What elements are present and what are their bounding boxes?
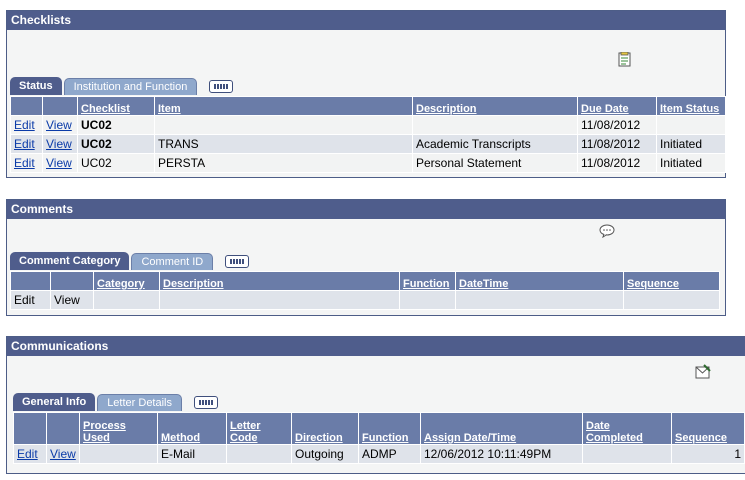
edit-link[interactable]: Edit <box>10 290 51 310</box>
checklists-tabs: Status Institution and Function <box>10 77 234 95</box>
item-status-cell: Initiated <box>656 153 726 173</box>
show-all-columns-icon[interactable] <box>209 80 234 93</box>
description-cell: Academic Transcripts <box>412 134 578 154</box>
edit-link[interactable]: Edit <box>14 156 35 170</box>
col-method[interactable]: Method <box>157 412 227 445</box>
col-direction[interactable]: Direction <box>291 412 359 445</box>
edit-link[interactable]: Edit <box>14 118 35 132</box>
tab-general-info[interactable]: General Info <box>13 393 96 411</box>
item-status-cell <box>656 115 726 135</box>
tab-comment-id[interactable]: Comment ID <box>131 253 214 270</box>
table-row: Edit View <box>10 290 720 310</box>
comment-icon[interactable] <box>599 224 615 241</box>
col-description[interactable]: Description <box>159 271 400 291</box>
col-sequence[interactable]: Sequence <box>623 271 720 291</box>
col-category[interactable]: Category <box>93 271 160 291</box>
description-cell <box>412 115 578 135</box>
col-item[interactable]: Item <box>154 96 413 116</box>
show-all-columns-icon[interactable] <box>225 255 250 268</box>
due-date-cell: 11/08/2012 <box>577 115 657 135</box>
col-function[interactable]: Function <box>399 271 456 291</box>
communications-panel: Communications General Info Letter Detai… <box>6 336 745 474</box>
comments-tabs: Comment Category Comment ID <box>10 252 250 270</box>
checklist-cell: UC02 <box>77 134 155 154</box>
table-row: Edit View UC02 PERSTA Personal Statement… <box>10 153 726 173</box>
letter-code-cell <box>226 444 292 464</box>
col-description[interactable]: Description <box>412 96 578 116</box>
report-icon[interactable] <box>618 51 632 70</box>
direction-cell: Outgoing <box>291 444 359 464</box>
communications-title: Communications <box>7 337 745 356</box>
table-row: Edit View UC02 11/08/2012 <box>10 115 726 135</box>
communications-grid: Process Used Method Letter Code Directio… <box>13 412 745 464</box>
view-link[interactable]: View <box>46 156 72 170</box>
description-cell: Personal Statement <box>412 153 578 173</box>
function-cell: ADMP <box>358 444 421 464</box>
checklist-cell: UC02 <box>77 153 155 173</box>
comments-grid: Category Description Function DateTime S… <box>10 271 720 310</box>
communications-tabs: General Info Letter Details <box>13 393 218 411</box>
tab-letter-details[interactable]: Letter Details <box>97 394 182 411</box>
view-link[interactable]: View <box>46 118 72 132</box>
method-cell: E-Mail <box>157 444 227 464</box>
checklists-title: Checklists <box>7 11 725 30</box>
col-due-date[interactable]: Due Date <box>577 96 657 116</box>
col-date-completed[interactable]: Date Completed <box>582 412 672 445</box>
due-date-cell: 11/08/2012 <box>577 153 657 173</box>
col-process-used[interactable]: Process Used <box>79 412 158 445</box>
tab-comment-category[interactable]: Comment Category <box>10 252 130 270</box>
col-sequence[interactable]: Sequence <box>671 412 745 445</box>
table-row: Edit View E-Mail Outgoing ADMP 12/06/201… <box>13 444 745 464</box>
tab-institution-and-function[interactable]: Institution and Function <box>63 78 198 95</box>
col-letter-code[interactable]: Letter Code <box>226 412 292 445</box>
edit-link[interactable]: Edit <box>17 447 38 461</box>
comments-panel: Comments Comment Category Comment ID Cat… <box>6 199 726 316</box>
item-cell: TRANS <box>154 134 413 154</box>
checklists-grid: Checklist Item Description Due Date Item… <box>10 96 726 173</box>
col-checklist[interactable]: Checklist <box>77 96 155 116</box>
assign-date-time-cell: 12/06/2012 10:11:49PM <box>420 444 583 464</box>
col-item-status[interactable]: Item Status <box>656 96 726 116</box>
checklists-panel: Checklists Status Institution and Functi… <box>6 10 726 178</box>
letter-icon[interactable] <box>695 364 711 382</box>
due-date-cell: 11/08/2012 <box>577 134 657 154</box>
process-used-cell <box>79 444 158 464</box>
comments-title: Comments <box>7 200 725 219</box>
item-cell: PERSTA <box>154 153 413 173</box>
view-link[interactable]: View <box>50 447 76 461</box>
sequence-cell: 1 <box>671 444 745 464</box>
item-status-cell: Initiated <box>656 134 726 154</box>
date-completed-cell <box>582 444 672 464</box>
table-row: Edit View UC02 TRANS Academic Transcript… <box>10 134 726 154</box>
tab-status[interactable]: Status <box>10 77 62 95</box>
col-datetime[interactable]: DateTime <box>455 271 624 291</box>
view-link[interactable]: View <box>46 137 72 151</box>
item-cell <box>154 115 413 135</box>
show-all-columns-icon[interactable] <box>194 396 218 409</box>
view-link[interactable]: View <box>50 290 94 310</box>
col-assign-date-time[interactable]: Assign Date/Time <box>420 412 583 445</box>
col-function[interactable]: Function <box>358 412 421 445</box>
checklist-cell: UC02 <box>77 115 155 135</box>
edit-link[interactable]: Edit <box>14 137 35 151</box>
